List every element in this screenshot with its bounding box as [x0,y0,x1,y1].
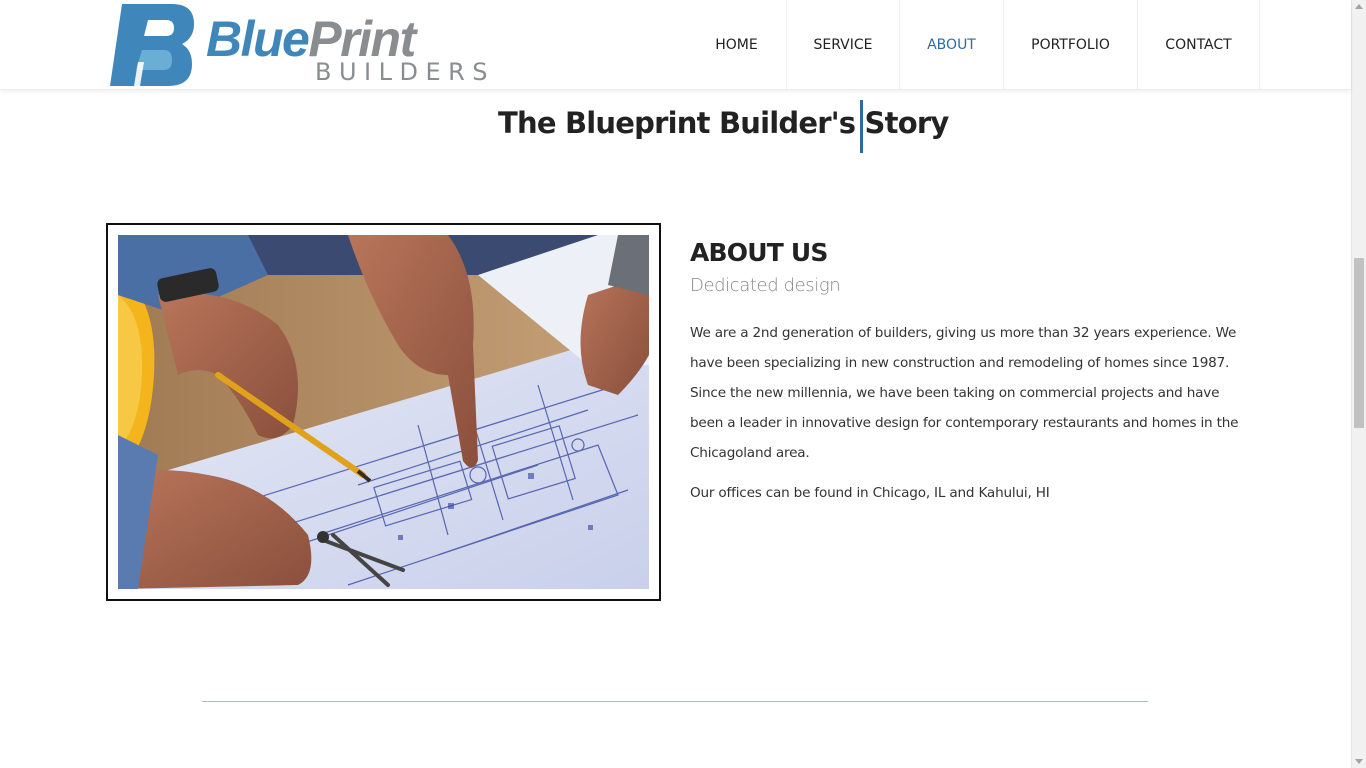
title-accent-bar [860,100,863,153]
main-navigation: HOME SERVICE ABOUT PORTFOLIO CONTACT [687,0,1260,89]
page-scrollbar[interactable] [1351,0,1366,768]
nav-portfolio[interactable]: PORTFOLIO [1004,0,1138,89]
logo-wordmark: BluePrint [206,11,416,67]
logo-word-blue: Blue [206,11,310,67]
nav-contact[interactable]: CONTACT [1138,0,1260,89]
nav-home[interactable]: HOME [687,0,787,89]
logo-subtitle: BUILDERS [315,58,496,86]
bp-monogram-icon [110,4,194,86]
about-subheading: Dedicated design [690,275,841,296]
scroll-up-arrow-icon[interactable] [1355,4,1363,9]
nav-service[interactable]: SERVICE [787,0,900,89]
blueprint-builders-logo[interactable]: BluePrint BUILDERS [108,2,488,88]
blueprint-illustration [118,235,649,589]
about-heading: ABOUT US [690,238,828,267]
blueprint-photo [118,235,649,589]
section-divider [202,701,1148,702]
nav-about[interactable]: ABOUT [900,0,1004,89]
scrollbar-thumb[interactable] [1354,258,1364,428]
about-paragraph-history: We are a 2nd generation of builders, giv… [690,325,1239,461]
section-title: The Blueprint Builder's Story [498,106,949,140]
about-photo-frame [106,223,661,601]
about-paragraph-offices: Our offices can be found in Chicago, IL … [690,485,1050,501]
site-header: BluePrint BUILDERS HOME SERVICE ABOUT PO… [0,0,1351,90]
scroll-down-arrow-icon[interactable] [1355,759,1363,764]
